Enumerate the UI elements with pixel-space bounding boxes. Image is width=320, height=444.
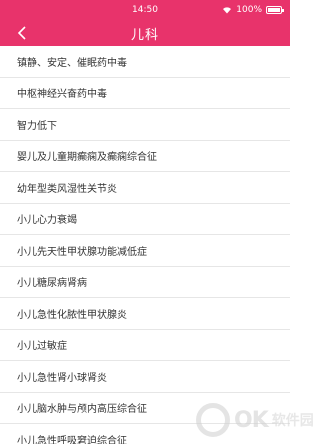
list-item[interactable]: 小儿糖尿病肾病 <box>0 267 290 298</box>
list-item[interactable]: 镇静、安定、催眠药中毒 <box>0 46 290 78</box>
list-item-label: 小儿先天性甲状腺功能减低症 <box>17 246 147 258</box>
list-item-label: 镇静、安定、催眠药中毒 <box>17 57 127 69</box>
list-item-label: 小儿心力衰竭 <box>17 215 77 227</box>
list-item[interactable]: 小儿心力衰竭 <box>0 204 290 235</box>
disease-list: 镇静、安定、催眠药中毒 中枢神经兴奋药中毒 智力低下 婴儿及儿童期癫痫及癫痫综合… <box>0 46 290 444</box>
list-item[interactable]: 幼年型类风湿性关节炎 <box>0 172 290 204</box>
status-bar: 14:50 100% <box>0 0 290 20</box>
watermark-circle-icon <box>196 403 230 437</box>
list-item-label: 婴儿及儿童期癫痫及癫痫综合征 <box>17 152 157 164</box>
list-item[interactable]: 小儿急性肾小球肾炎 <box>0 361 290 393</box>
wifi-icon <box>223 7 232 14</box>
watermark-logo-text: OK <box>234 407 269 433</box>
list-item[interactable]: 婴儿及儿童期癫痫及癫痫综合征 <box>0 141 290 172</box>
list-item-label: 小儿脑水肿与颅内高压综合征 <box>17 404 147 416</box>
list-item-label: 中枢神经兴奋药中毒 <box>17 89 107 101</box>
list-item[interactable]: 小儿过敏症 <box>0 330 290 361</box>
list-item-label: 小儿糖尿病肾病 <box>17 278 87 290</box>
battery-icon <box>266 6 284 14</box>
list-item-label: 智力低下 <box>17 120 57 132</box>
watermark-logo: OK 软件园 <box>196 400 316 440</box>
list-item-label: 小儿急性肾小球肾炎 <box>17 372 107 384</box>
list-item-label: 小儿急性化脓性甲状腺炎 <box>17 309 127 321</box>
battery-percent: 100% <box>236 5 262 15</box>
back-button[interactable] <box>12 23 32 43</box>
list-item-label: 幼年型类风湿性关节炎 <box>17 183 117 195</box>
list-item[interactable]: 智力低下 <box>0 109 290 141</box>
list-item[interactable]: 中枢神经兴奋药中毒 <box>0 78 290 109</box>
page-title: 儿科 <box>130 27 159 43</box>
list-item[interactable]: 小儿急性化脓性甲状腺炎 <box>0 298 290 330</box>
list-item-label: 小儿急性呼吸窘迫综合征 <box>17 435 127 444</box>
status-indicators: 100% <box>222 0 284 20</box>
watermark-site-text: 软件园 <box>271 413 314 429</box>
list-item[interactable]: 小儿先天性甲状腺功能减低症 <box>0 235 290 267</box>
list-item-label: 小儿过敏症 <box>17 341 67 353</box>
nav-bar: 儿科 <box>0 20 290 46</box>
chevron-left-icon <box>17 26 26 40</box>
